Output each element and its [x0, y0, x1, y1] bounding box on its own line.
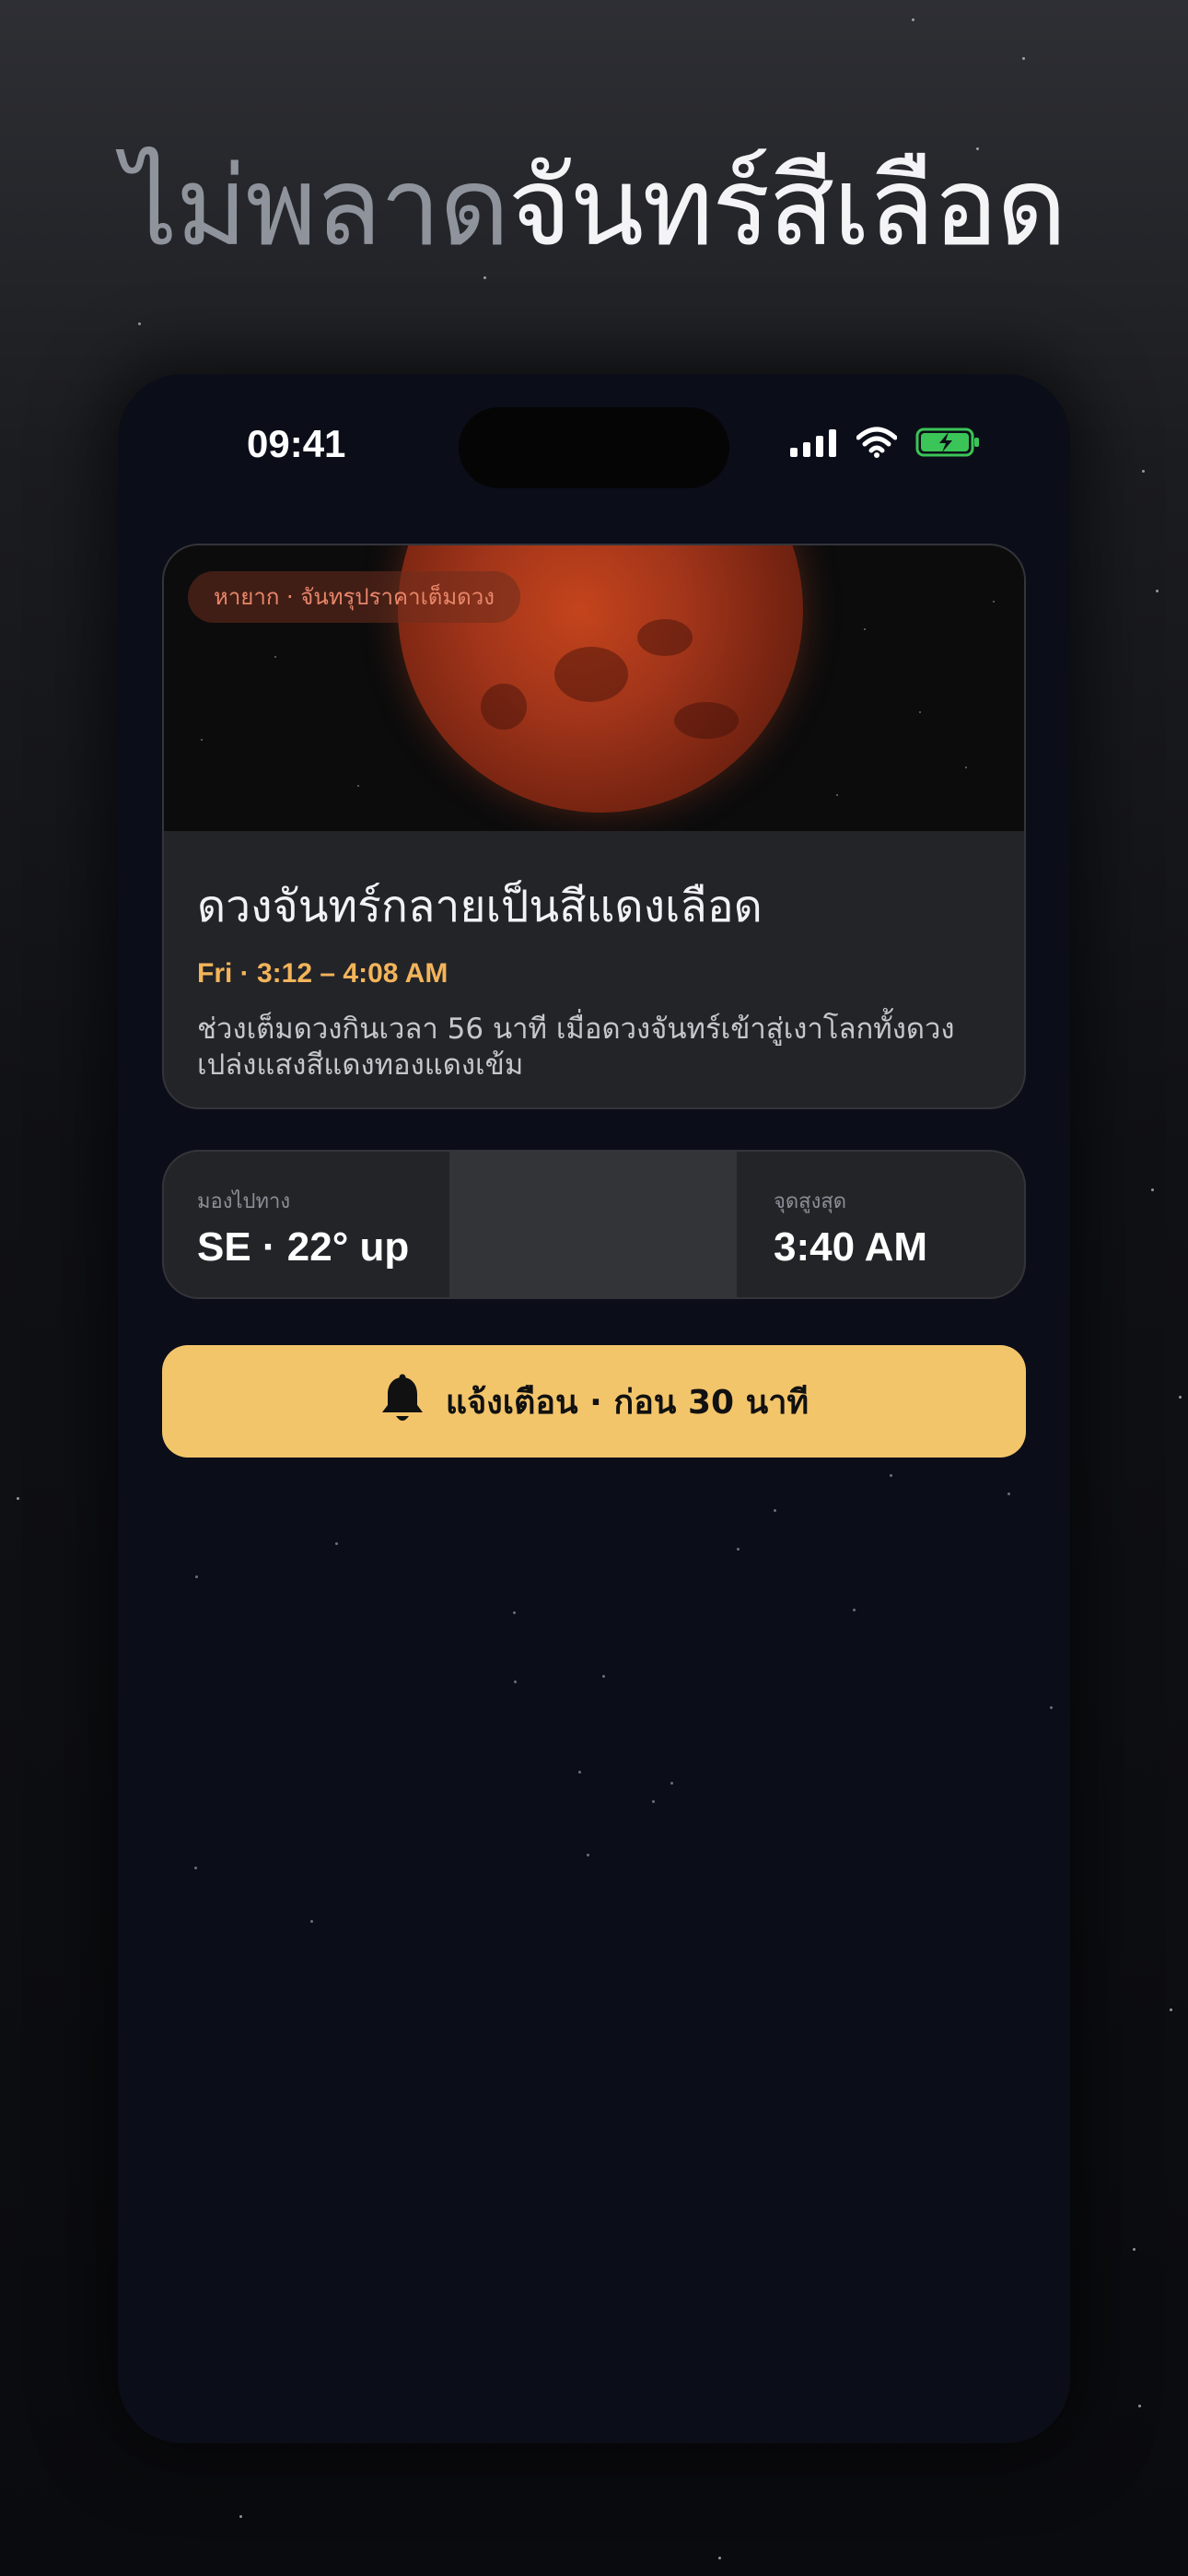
wifi-icon: [856, 427, 898, 462]
info-divider-panel: [449, 1152, 737, 1297]
alert-button-label: แจ้งเตือน · ก่อน 30 นาที: [445, 1383, 809, 1422]
event-description: ช่วงเต็มดวงกินเวลา 56 นาที เมื่อดวงจันทร…: [197, 1013, 955, 1082]
headline-muted-text: ไม่พลาด: [122, 143, 509, 270]
rarity-tag: หายาก · จันทรุปราคาเต็มดวง: [188, 571, 520, 623]
viewing-info-row: มองไปทาง SE · 22° up จุดสูงสุด 3:40 AM: [162, 1150, 1026, 1299]
status-bar-time: 09:41: [247, 422, 346, 465]
peak-info: จุดสูงสุด 3:40 AM: [774, 1185, 927, 1270]
cellular-signal-icon: [790, 427, 838, 461]
direction-label: มองไปทาง: [197, 1190, 291, 1213]
direction-value: SE · 22° up: [197, 1224, 410, 1270]
bell-icon: [379, 1374, 425, 1429]
peak-value: 3:40 AM: [774, 1224, 928, 1270]
headline-bright-text: จันทร์สีเลือด: [507, 143, 1066, 270]
page-headline: ไม่พลาดจันทร์สีเลือด: [0, 146, 1188, 267]
status-bar-icons: [790, 426, 982, 463]
event-time: Fri · 3:12 – 4:08 AM: [197, 958, 448, 989]
dynamic-island: [459, 407, 729, 488]
event-title: ดวงจันทร์กลายเป็นสีแดงเลือด: [197, 881, 763, 932]
moon-image-banner: หายาก · จันทรุปราคาเต็มดวง: [164, 545, 1024, 831]
peak-label: จุดสูงสุด: [774, 1190, 847, 1213]
direction-info: มองไปทาง SE · 22° up: [197, 1185, 409, 1270]
battery-charging-icon: [915, 426, 982, 463]
set-alert-button[interactable]: แจ้งเตือน · ก่อน 30 นาที: [162, 1345, 1026, 1458]
phone-frame: 09:41 หายาก · จันทรุปราคาเต็มดวง ดวงจันท…: [118, 374, 1070, 2443]
blood-moon-event-card: หายาก · จันทรุปราคาเต็มดวง ดวงจันทร์กลาย…: [162, 544, 1026, 1109]
